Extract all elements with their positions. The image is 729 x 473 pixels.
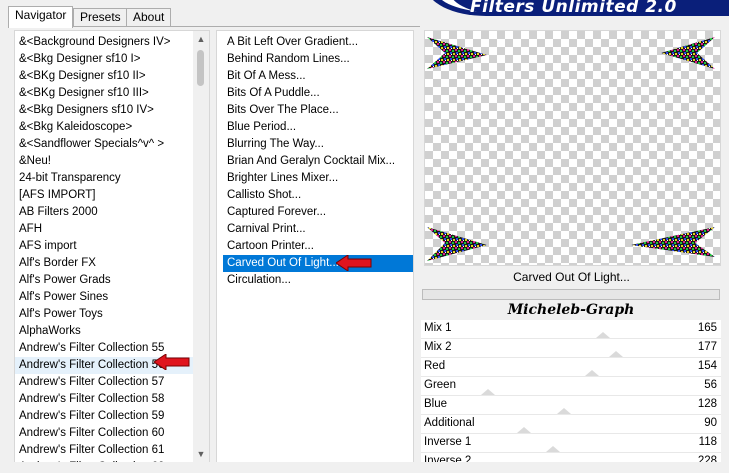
slider-blue[interactable]: Blue 128 <box>421 396 721 415</box>
slider-thumb[interactable] <box>481 389 495 395</box>
category-item[interactable]: Andrew's Filter Collection 61 <box>15 442 209 459</box>
category-item[interactable]: AlphaWorks <box>15 323 209 340</box>
category-item[interactable]: [AFS IMPORT] <box>15 187 209 204</box>
tab-presets[interactable]: Presets <box>73 8 128 26</box>
red-arrow-icon <box>336 255 372 271</box>
slider-mix-2[interactable]: Mix 2 177 <box>421 339 721 358</box>
chevron-down-icon[interactable]: ▼ <box>196 449 206 459</box>
filter-item[interactable]: Captured Forever... <box>223 204 413 221</box>
filter-item[interactable]: A Bit Left Over Gradient... <box>223 34 413 51</box>
slider-value: 90 <box>704 417 717 429</box>
slider-thumb[interactable] <box>585 370 599 376</box>
filter-item[interactable]: Carved Out Of Light... <box>223 255 413 272</box>
parameter-sliders: Mix 1 165 Mix 2 177 Red 154 Green 56 Blue 128 Addi… <box>421 320 721 472</box>
progress-bar <box>422 289 720 300</box>
filter-item[interactable]: Callisto Shot... <box>223 187 413 204</box>
slider-value: 154 <box>697 360 717 372</box>
category-item[interactable]: &Neu! <box>15 153 209 170</box>
category-item[interactable]: Alf's Power Grads <box>15 272 209 289</box>
filter-item[interactable]: Bits Over The Place... <box>223 102 413 119</box>
slider-label: Mix 1 <box>424 322 452 334</box>
category-item[interactable]: Andrew's Filter Collection 57 <box>15 374 209 391</box>
category-item[interactable]: &<BKg Designer sf10 III> <box>15 85 209 102</box>
slider-green[interactable]: Green 56 <box>421 377 721 396</box>
category-item[interactable]: &<Bkg Designers sf10 IV> <box>15 102 209 119</box>
slider-label: Green <box>424 379 456 391</box>
bottom-strip <box>0 462 729 473</box>
filter-item[interactable]: Behind Random Lines... <box>223 51 413 68</box>
slider-inverse-1[interactable]: Inverse 1 118 <box>421 434 721 453</box>
slider-additional[interactable]: Additional 90 <box>421 415 721 434</box>
filter-item[interactable]: Brian And Geralyn Cocktail Mix... <box>223 153 413 170</box>
category-item[interactable]: &<Background Designers IV> <box>15 34 209 51</box>
slider-value: 118 <box>698 436 717 448</box>
slider-label: Mix 2 <box>424 341 452 353</box>
slider-thumb[interactable] <box>596 332 610 338</box>
filter-item[interactable]: Circulation... <box>223 272 413 289</box>
chevron-up-icon[interactable]: ▲ <box>196 34 206 44</box>
category-item[interactable]: Andrew's Filter Collection 58 <box>15 391 209 408</box>
scroll-thumb[interactable] <box>197 50 204 86</box>
slider-thumb[interactable] <box>557 408 571 414</box>
category-item[interactable]: &<Bkg Designer sf10 I> <box>15 51 209 68</box>
category-item[interactable]: Andrew's Filter Collection 59 <box>15 408 209 425</box>
filter-item[interactable]: Blurring The Way... <box>223 136 413 153</box>
category-item[interactable]: Alf's Border FX <box>15 255 209 272</box>
slider-thumb[interactable] <box>609 351 623 357</box>
category-item[interactable]: AB Filters 2000 <box>15 204 209 221</box>
preview-image <box>427 37 715 261</box>
slider-value: 177 <box>697 341 717 353</box>
category-item[interactable]: Alf's Power Toys <box>15 306 209 323</box>
category-item[interactable]: AFS import <box>15 238 209 255</box>
slider-value: 128 <box>697 398 717 410</box>
slider-label: Inverse 1 <box>424 436 472 448</box>
app-title: Filters Unlimited 2.0 <box>470 0 677 17</box>
category-item[interactable]: Andrew's Filter Collection 60 <box>15 425 209 442</box>
slider-thumb[interactable] <box>546 446 560 452</box>
filter-list[interactable]: A Bit Left Over Gradient... Behind Random… <box>216 30 414 464</box>
category-item[interactable]: &<BKg Designer sf10 II> <box>15 68 209 85</box>
slider-value: 165 <box>697 322 717 334</box>
filter-author: Micheleb-Graph <box>422 300 720 320</box>
tab-about[interactable]: About <box>126 8 172 26</box>
slider-label: Additional <box>424 417 475 429</box>
filter-item[interactable]: Carnival Print... <box>223 221 413 238</box>
category-scrollbar[interactable]: ▲ ▼ <box>193 31 209 463</box>
filter-item[interactable]: Bits Of A Puddle... <box>223 85 413 102</box>
slider-thumb[interactable] <box>517 427 531 433</box>
category-item[interactable]: &<Bkg Kaleidoscope> <box>15 119 209 136</box>
category-item[interactable]: 24-bit Transparency <box>15 170 209 187</box>
category-item[interactable]: &<Sandflower Specials^v^ > <box>15 136 209 153</box>
current-filter-name: Carved Out Of Light... <box>424 266 719 288</box>
category-list[interactable]: &<Background Designers IV> &<Bkg Designer… <box>14 30 210 464</box>
filter-item[interactable]: Brighter Lines Mixer... <box>223 170 413 187</box>
filter-item[interactable]: Blue Period... <box>223 119 413 136</box>
slider-red[interactable]: Red 154 <box>421 358 721 377</box>
category-item[interactable]: AFH <box>15 221 209 238</box>
slider-mix-1[interactable]: Mix 1 165 <box>421 320 721 339</box>
slider-label: Red <box>424 360 446 372</box>
preview-canvas <box>424 30 721 266</box>
filter-item[interactable]: Bit Of A Mess... <box>223 68 413 85</box>
category-item[interactable]: Alf's Power Sines <box>15 289 209 306</box>
tab-navigator[interactable]: Navigator <box>8 6 74 28</box>
slider-value: 56 <box>704 379 717 391</box>
filter-item[interactable]: Cartoon Printer... <box>223 238 413 255</box>
slider-label: Blue <box>424 398 448 410</box>
red-arrow-icon <box>154 354 190 370</box>
